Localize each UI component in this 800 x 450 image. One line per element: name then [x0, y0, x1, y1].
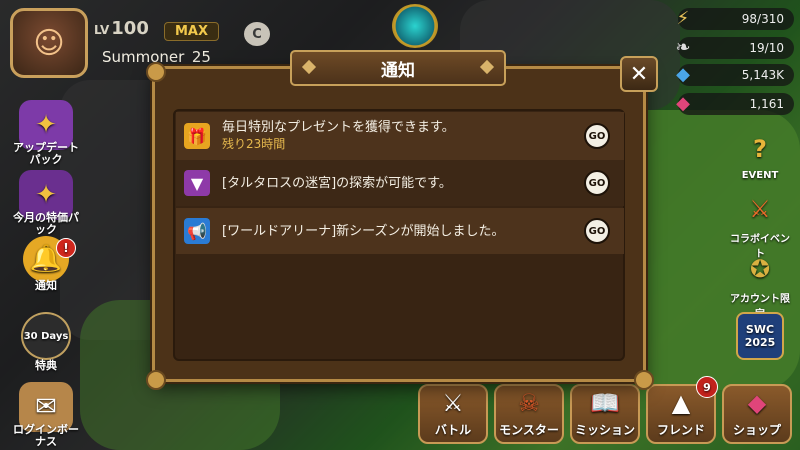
go-button[interactable]: GO: [584, 170, 610, 196]
side-account-limited[interactable]: ✪ アカウント限定: [726, 248, 794, 320]
title-ornament: [479, 59, 495, 75]
event-icon: ?: [753, 135, 767, 163]
chevron-down-icon: ▼: [184, 170, 210, 196]
monster-icon: ☠: [518, 389, 540, 417]
energy-icon: ⚡: [676, 7, 690, 29]
30-days-icon: 30 Days: [21, 312, 71, 360]
side-login-bonus[interactable]: ✉ ログインボーナス: [12, 382, 80, 448]
shop-crystal-icon: ◆: [747, 389, 767, 417]
notification-row[interactable]: 📢 [ワールドアリーナ]新シーズンが開始しました。 GO: [176, 208, 624, 254]
notification-timer: 残り23時間: [222, 137, 286, 151]
notification-text: 毎日特別なプレゼントを獲得できます。 残り23時間: [222, 120, 455, 151]
megaphone-icon: 📢: [184, 218, 210, 244]
resource-ruby[interactable]: ◆ 1,161: [676, 93, 794, 115]
side-event[interactable]: ? EVENT: [726, 128, 794, 181]
close-button[interactable]: ✕: [620, 56, 658, 92]
notification-row[interactable]: ▼ [タルタロスの迷宮]の探索が可能です。 GO: [176, 160, 624, 206]
gift-icon: 🎁: [184, 123, 210, 149]
ruby-icon: ◆: [676, 92, 690, 114]
dialog-corner: [634, 370, 654, 390]
side-bonus[interactable]: 30 Days 特典: [12, 312, 80, 372]
guild-crest-icon[interactable]: [392, 4, 438, 48]
side-update-pack[interactable]: ✦ アップデートパック: [12, 100, 80, 166]
bottom-monster-button[interactable]: ☠ モンスター: [494, 384, 564, 444]
player-level: LV 100: [94, 18, 149, 39]
resource-crystal[interactable]: ◆ 5,143K: [676, 64, 794, 86]
title-ornament: [301, 59, 317, 75]
friend-count-badge: 9: [696, 376, 718, 398]
crystal-icon: ◆: [676, 63, 690, 85]
dialog-corner: [146, 62, 166, 82]
side-monthly-pack[interactable]: ✦ 今月の特価パック: [12, 170, 80, 236]
notification-text: [タルタロスの迷宮]の探索が可能です。: [222, 175, 452, 191]
alert-badge: !: [56, 238, 76, 258]
side-swc[interactable]: SWC 2025: [726, 312, 794, 360]
account-limited-icon: ✪: [749, 255, 771, 283]
notification-text: [ワールドアリーナ]新シーズンが開始しました。: [222, 223, 505, 239]
battle-swords-icon: ⚔: [442, 389, 464, 417]
resource-energy[interactable]: ⚡ 98/310: [677, 8, 794, 30]
resource-wing[interactable]: ❧ 19/10: [675, 37, 794, 59]
bottom-shop-button[interactable]: ◆ ショップ: [722, 384, 792, 444]
max-badge: MAX: [164, 22, 220, 41]
bottom-battle-button[interactable]: ⚔ バトル: [418, 384, 488, 444]
swc-icon: SWC 2025: [736, 312, 784, 360]
avatar[interactable]: ☺: [10, 8, 88, 78]
close-icon: ✕: [629, 61, 649, 87]
c-badge[interactable]: C: [244, 22, 270, 46]
dialog-corner: [146, 370, 166, 390]
collab-event-icon: ⚔: [749, 195, 771, 223]
wing-icon: ❧: [675, 36, 691, 58]
go-button[interactable]: GO: [584, 123, 610, 149]
mission-book-icon: 📖: [590, 389, 620, 417]
bottom-friend-button[interactable]: ▲ 9 フレンド: [646, 376, 718, 444]
go-button[interactable]: GO: [584, 218, 610, 244]
player-profile[interactable]: ☺ LV 100 MAX Summoner_25: [4, 2, 232, 78]
dialog-title: 通知: [290, 50, 506, 86]
bottom-mission-button[interactable]: 📖 ミッション: [570, 384, 640, 444]
side-notification[interactable]: 🔔 ! 通知: [12, 236, 80, 292]
notification-row[interactable]: 🎁 毎日特別なプレゼントを獲得できます。 残り23時間 GO: [176, 112, 624, 160]
